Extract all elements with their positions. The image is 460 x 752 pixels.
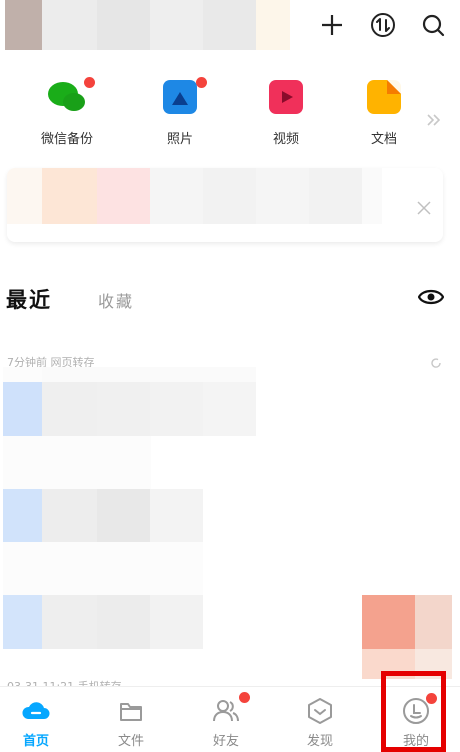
banner-card[interactable] — [7, 168, 443, 242]
friends-icon — [211, 692, 250, 726]
refresh-icon[interactable] — [430, 354, 442, 373]
nav-label: 发现 — [306, 734, 333, 749]
nav-label: 好友 — [212, 734, 239, 749]
badge-dot — [84, 77, 95, 88]
shortcut-label: 微信备份 — [40, 132, 93, 147]
video-icon — [269, 80, 303, 114]
nav-discover[interactable]: 发现 — [280, 696, 360, 749]
discover-icon — [305, 696, 335, 726]
shortcut-label: 文档 — [370, 132, 397, 147]
shortcut-wechat-backup[interactable]: 微信备份 — [27, 77, 107, 150]
nav-label: 文件 — [117, 734, 144, 749]
document-icon — [367, 80, 401, 114]
tab-favorites[interactable]: 收藏 — [98, 288, 134, 312]
cloud-home-icon — [21, 696, 51, 726]
plus-icon[interactable] — [317, 10, 347, 40]
search-icon[interactable] — [418, 10, 448, 40]
nav-files[interactable]: 文件 — [91, 696, 171, 749]
shortcut-documents[interactable]: 文档 — [344, 80, 424, 150]
close-icon[interactable] — [417, 200, 431, 219]
badge-dot — [239, 692, 250, 703]
nav-home[interactable]: 首页 — [0, 696, 76, 749]
shortcut-label: 照片 — [166, 132, 193, 147]
nav-label: 首页 — [22, 734, 49, 749]
shortcut-videos[interactable]: 视频 — [246, 80, 326, 150]
shortcut-label: 视频 — [272, 132, 299, 147]
tab-recent[interactable]: 最近 — [6, 284, 52, 314]
chevron-right-icon[interactable] — [424, 110, 444, 134]
photo-icon — [163, 77, 207, 114]
transfer-icon[interactable] — [368, 10, 398, 40]
folder-icon — [116, 696, 146, 726]
highlight-box — [381, 671, 446, 752]
badge-dot — [196, 77, 207, 88]
wechat-icon — [48, 77, 95, 114]
shortcut-photos[interactable]: 照片 — [140, 77, 220, 150]
nav-friends[interactable]: 好友 — [186, 692, 266, 749]
eye-icon[interactable] — [417, 287, 445, 311]
